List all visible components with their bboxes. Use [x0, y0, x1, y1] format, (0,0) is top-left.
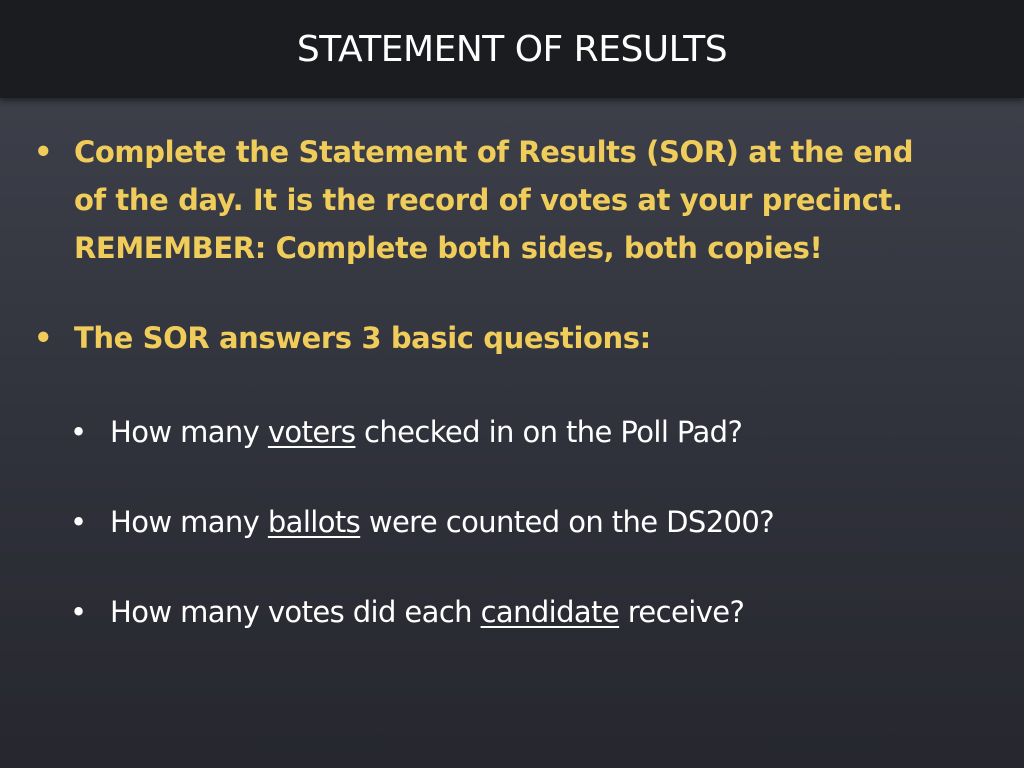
- text-after: receive?: [619, 595, 745, 629]
- underlined-term: candidate: [480, 595, 620, 629]
- bullet-sor-questions: • The SOR answers 3 basic questions:: [34, 314, 994, 362]
- text-before: How many votes did each: [110, 595, 481, 629]
- text-before: How many: [110, 505, 268, 539]
- sub-bullet-text: How many votes did each candidate receiv…: [110, 592, 745, 632]
- sub-bullet-dot: •: [70, 595, 87, 629]
- sub-bullet-text: How many ballots were counted on the DS2…: [110, 502, 775, 542]
- bullet-line: Complete the Statement of Results (SOR) …: [74, 135, 914, 169]
- title-bar: STATEMENT OF RESULTS: [0, 0, 1024, 98]
- sub-bullet-voters: • How many voters checked in on the Poll…: [70, 412, 743, 452]
- sub-bullet-dot: •: [70, 415, 87, 449]
- text-after: were counted on the DS200?: [360, 505, 775, 539]
- underlined-term: voters: [267, 415, 356, 449]
- sub-bullet-text: How many voters checked in on the Poll P…: [110, 412, 743, 452]
- bullet-dot: •: [34, 135, 53, 169]
- text-after: checked in on the Poll Pad?: [355, 415, 743, 449]
- sub-bullet-candidate: • How many votes did each candidate rece…: [70, 592, 745, 632]
- bullet-dot: •: [34, 321, 53, 355]
- text-before: How many: [110, 415, 268, 449]
- bullet-complete-sor: • Complete the Statement of Results (SOR…: [34, 128, 994, 272]
- underlined-term: ballots: [267, 505, 361, 539]
- bullet-text: The SOR answers 3 basic questions:: [74, 321, 651, 355]
- sub-bullet-dot: •: [70, 505, 87, 539]
- sub-bullet-ballots: • How many ballots were counted on the D…: [70, 502, 775, 542]
- bullet-line: of the day. It is the record of votes at…: [74, 183, 903, 217]
- slide-title: STATEMENT OF RESULTS: [296, 28, 728, 70]
- bullet-text: Complete the Statement of Results (SOR) …: [74, 128, 994, 272]
- bullet-line: REMEMBER: Complete both sides, both copi…: [74, 231, 823, 265]
